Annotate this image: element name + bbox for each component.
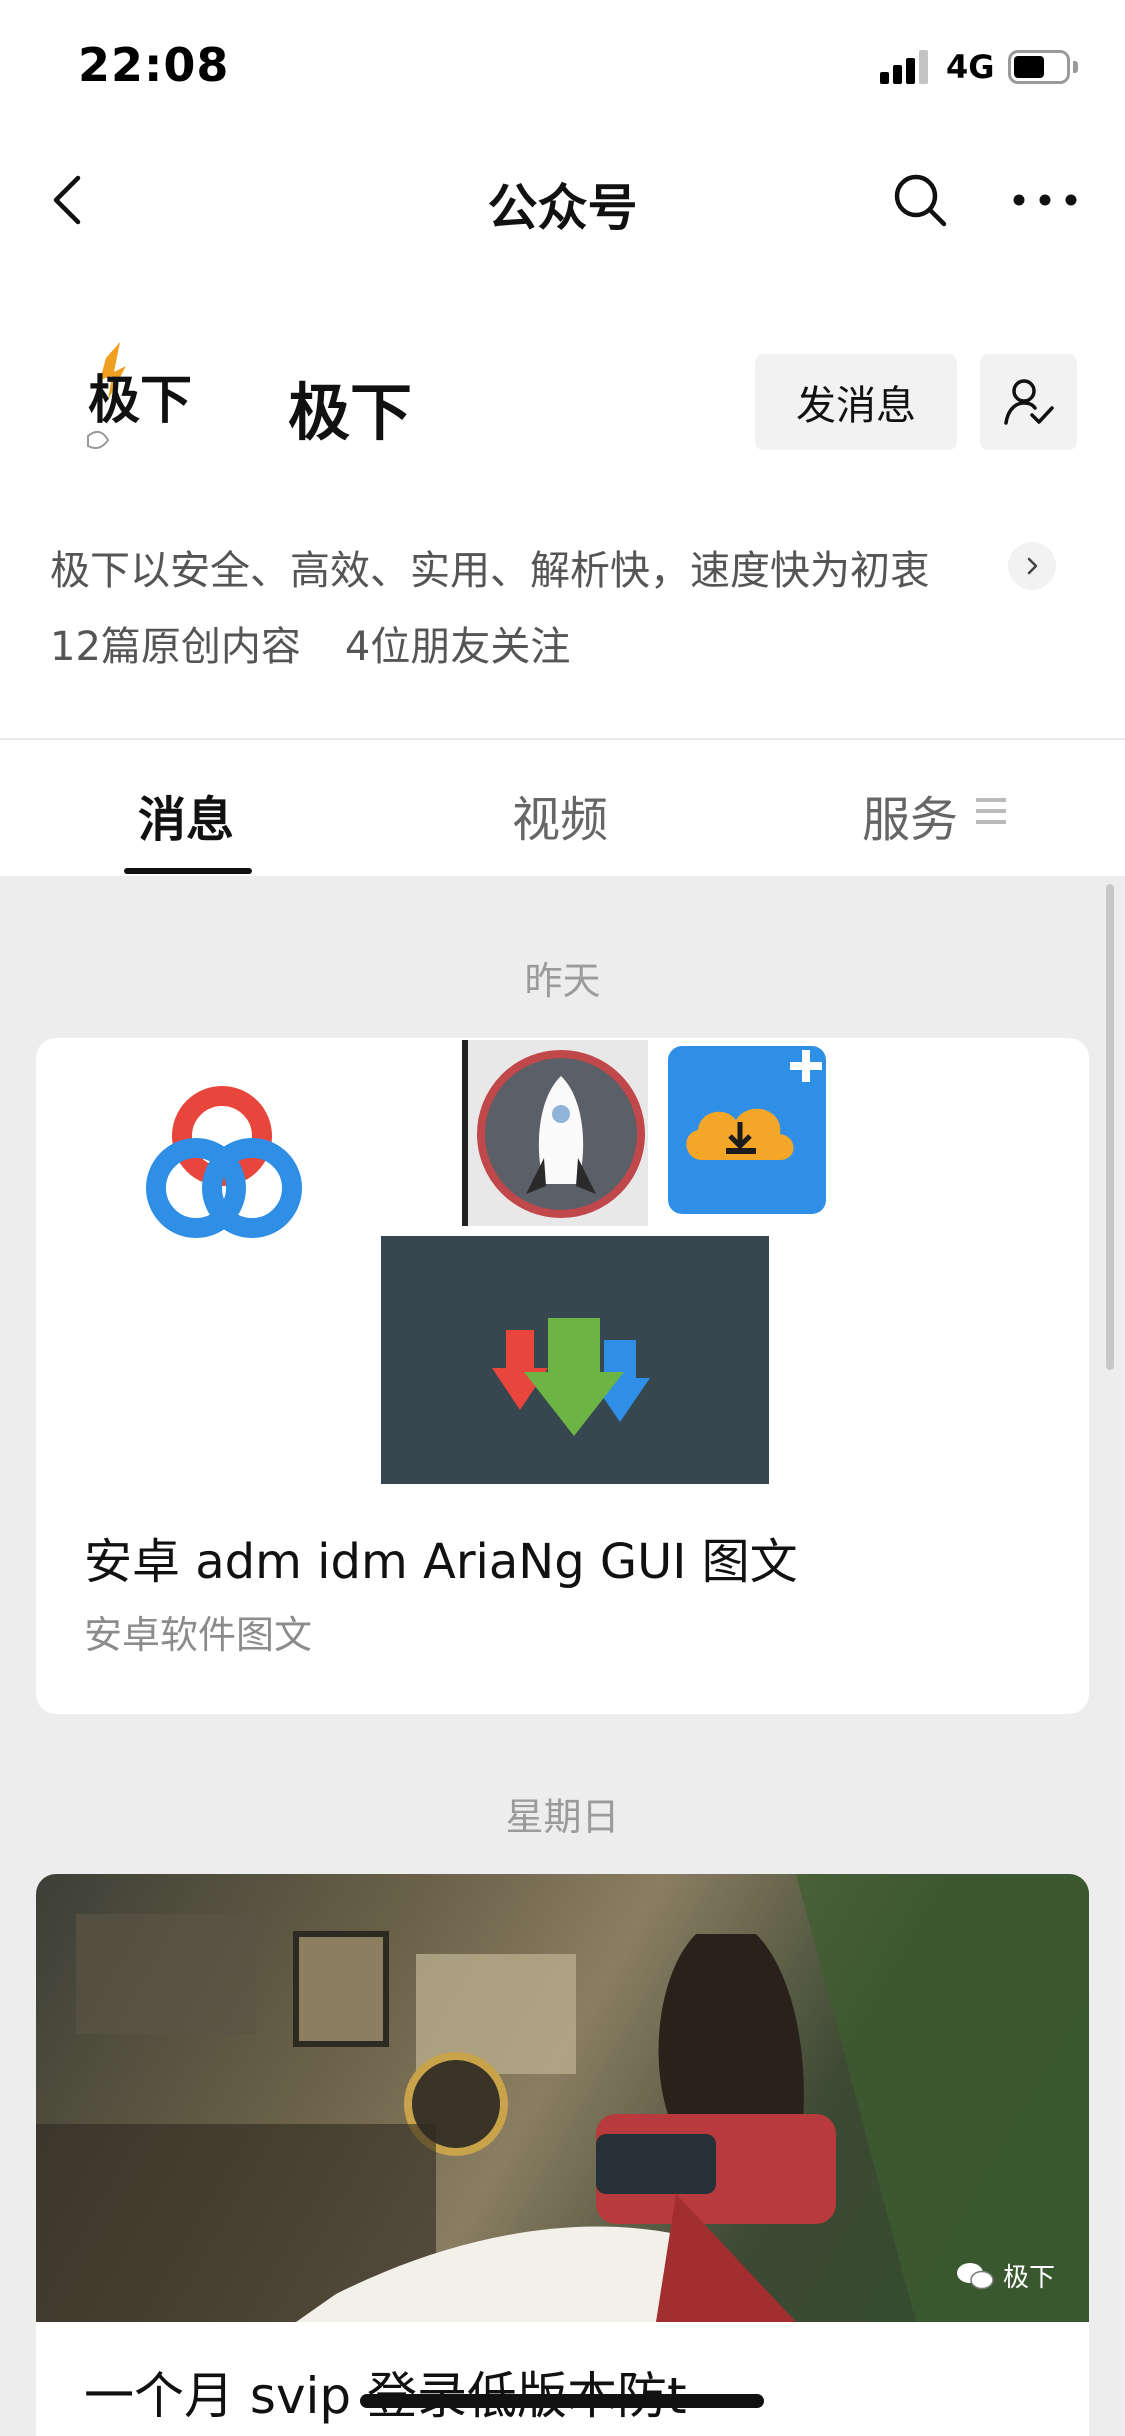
tab-services[interactable]: 服务 — [862, 780, 958, 850]
menu-icon[interactable] — [976, 796, 1006, 826]
logo-text: 极下 — [88, 371, 192, 431]
cloud-download-plus-icon — [668, 1046, 826, 1214]
article-title: 安卓 adm idm AriaNg GUI 图文 — [84, 1534, 798, 1590]
status-bar: 22:08 4G — [0, 0, 1125, 132]
account-name: 极下 — [288, 376, 413, 449]
account-description: 极下以安全、高效、实用、解析快，速度快为初衷 — [50, 548, 930, 594]
network-type: 4G — [946, 48, 995, 86]
tab-videos[interactable]: 视频 — [512, 780, 608, 850]
user-check-icon — [1003, 379, 1054, 425]
adm-download-arrows-icon — [381, 1236, 769, 1484]
chevron-right-icon[interactable] — [1008, 542, 1056, 590]
friends-follow-count[interactable]: 4位朋友关注 — [345, 624, 570, 670]
article-cover-photo: 极下 — [36, 1874, 1089, 2322]
original-count[interactable]: 12篇原创内容 — [50, 624, 301, 670]
follow-button[interactable] — [980, 354, 1077, 450]
page-title: 公众号 — [487, 179, 638, 237]
date-label: 星期日 — [505, 1795, 620, 1839]
wechat-icon — [956, 2262, 994, 2289]
tab-messages[interactable]: 消息 — [138, 780, 234, 850]
status-time: 22:08 — [78, 38, 230, 92]
article-cover — [146, 1040, 826, 1484]
nav-bar: 公众号 — [0, 140, 1125, 260]
article-card[interactable]: 安卓 adm idm AriaNg GUI 图文 安卓软件图文 — [36, 1038, 1089, 1714]
account-stats: 12篇原创内容 4位朋友关注 — [50, 614, 570, 672]
article-title: 一个月 svip 登录低版本防t — [84, 2367, 687, 2425]
home-indicator[interactable] — [360, 2394, 764, 2408]
search-icon[interactable] — [890, 170, 950, 230]
article-subtitle: 安卓软件图文 — [84, 1613, 313, 1657]
account-logo[interactable]: 极下 — [78, 340, 218, 460]
watermark-text: 极下 — [1002, 2263, 1055, 2293]
watermark: 极下 — [955, 2257, 1055, 2294]
baidu-netdisk-icon — [146, 1086, 302, 1238]
send-message-button[interactable]: 发消息 — [755, 354, 957, 450]
rocket-app-icon — [462, 1040, 648, 1226]
divider — [0, 738, 1125, 740]
active-tab-indicator — [124, 868, 252, 874]
more-horizontal-icon[interactable] — [1010, 170, 1080, 230]
signal-icon — [880, 50, 932, 84]
article-card[interactable]: 极下 一个月 svip 登录低版本防t — [36, 1874, 1089, 2436]
date-label: 昨天 — [524, 959, 601, 1003]
battery-icon — [1008, 50, 1078, 84]
